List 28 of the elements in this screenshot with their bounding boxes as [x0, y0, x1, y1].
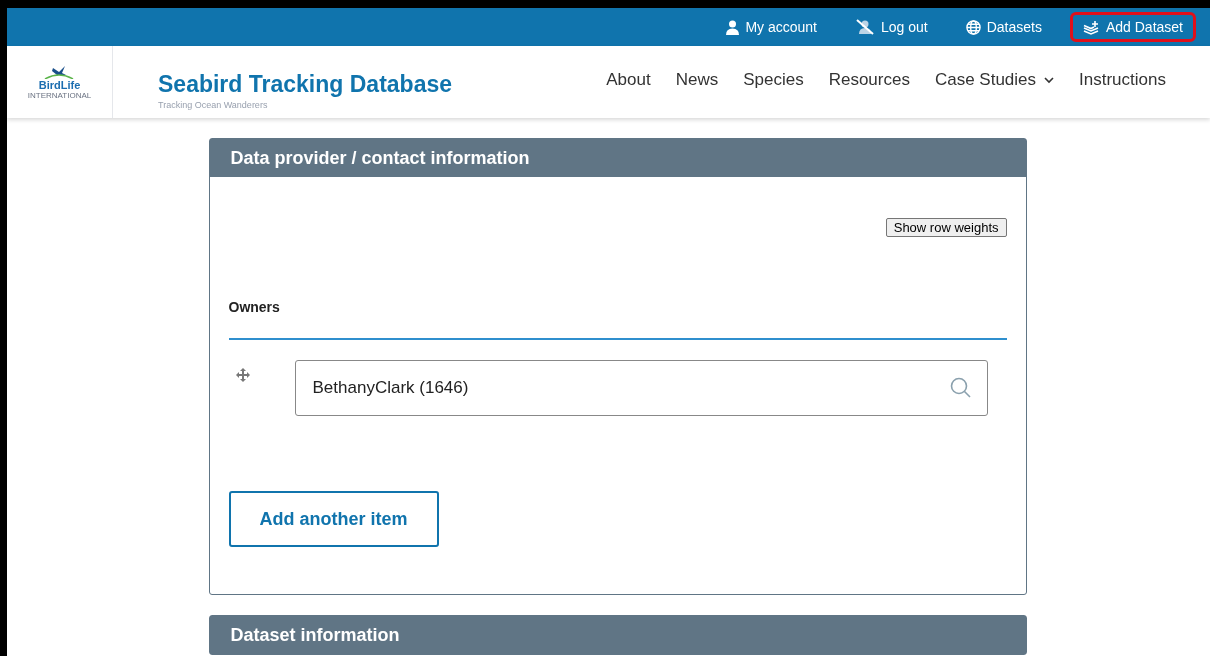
logo-wordmark: BirdLife	[38, 78, 81, 91]
drag-handle-icon[interactable]	[235, 368, 250, 382]
search-icon	[949, 377, 971, 398]
add-another-item-button[interactable]: Add another item	[228, 491, 439, 547]
top-bar-link[interactable]: Datasets	[955, 12, 1052, 42]
site-tagline: Tracking Ocean Wanderers	[158, 99, 269, 112]
panel-header: Data provider / contact information	[209, 139, 1026, 177]
nav-link[interactable]: Case Studies	[934, 70, 1055, 90]
nav-link[interactable]: Instructions	[1079, 70, 1166, 90]
birdlife-logo[interactable]: BirdLife INTERNATIONAL	[27, 64, 92, 100]
globe-icon	[965, 19, 981, 35]
nav-link[interactable]: About	[606, 70, 651, 90]
logo-subtitle: INTERNATIONAL	[27, 90, 92, 100]
top-bar-link[interactable]: Add Dataset	[1069, 12, 1196, 42]
site-title[interactable]: Seabird Tracking Database	[158, 70, 452, 98]
field-label: Owners	[228, 297, 1007, 340]
layers-plus-icon	[1082, 19, 1100, 35]
owner-field[interactable]: BethanyClark (1646)	[294, 360, 988, 416]
logout-icon	[854, 19, 875, 35]
top-bar-link[interactable]: My account	[716, 12, 827, 42]
top-bar-link[interactable]: Log out	[844, 12, 938, 42]
show-row-weights-button[interactable]: Show row weights	[885, 218, 1007, 237]
panel-header: Dataset information	[209, 616, 1026, 654]
user-icon	[726, 19, 740, 35]
chevron-down-icon	[1044, 76, 1055, 84]
nav-link[interactable]: News	[675, 70, 719, 90]
nav-link[interactable]: Species	[743, 70, 804, 90]
nav-link[interactable]: Resources	[828, 70, 910, 90]
